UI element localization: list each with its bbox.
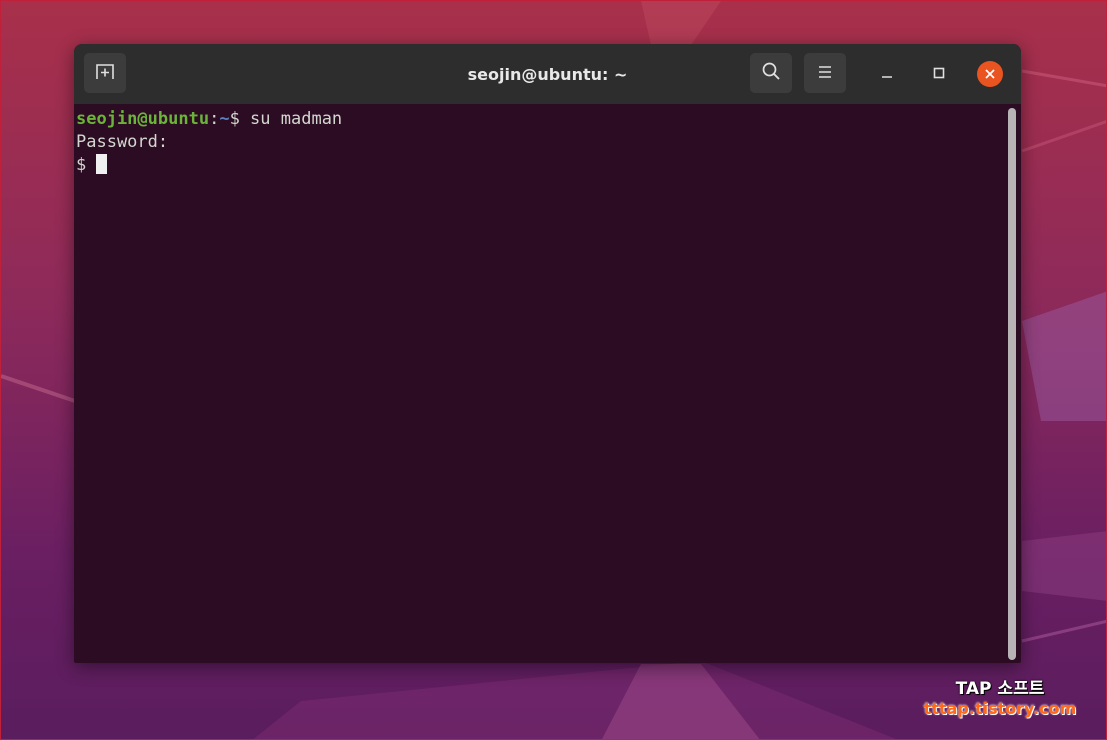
maximize-icon — [932, 65, 946, 84]
window-titlebar[interactable]: seojin@ubuntu: ~ — [74, 44, 1021, 104]
password-prompt: Password: — [76, 132, 169, 152]
maximize-button[interactable] — [926, 61, 952, 87]
search-icon — [761, 61, 781, 85]
current-prompt: $ — [76, 155, 97, 175]
window-title: seojin@ubuntu: ~ — [467, 64, 628, 84]
watermark: TAP 소프트 tttap.tistory.com — [920, 674, 1080, 718]
close-icon — [984, 65, 996, 84]
prompt-path: ~ — [219, 109, 230, 129]
menu-button[interactable] — [804, 53, 846, 93]
terminal-scrollbar[interactable] — [1008, 108, 1016, 660]
new-tab-icon — [95, 62, 115, 84]
command-text: su madman — [239, 109, 343, 129]
watermark-url: tttap.tistory.com — [923, 699, 1077, 718]
minimize-icon — [880, 65, 894, 84]
text-cursor — [96, 154, 108, 174]
terminal-line: Password: — [76, 131, 1009, 154]
terminal-output-area[interactable]: seojin@ubuntu:~$ su madman Password: $ — [74, 104, 1009, 663]
prompt-dollar: $ — [229, 109, 240, 129]
terminal-window: seojin@ubuntu: ~ seojin@ubuntu:~$ su mad… — [74, 44, 1021, 663]
search-button[interactable] — [750, 53, 792, 93]
new-tab-button[interactable] — [84, 53, 126, 93]
close-button[interactable] — [977, 61, 1003, 87]
hamburger-menu-icon — [817, 64, 833, 83]
terminal-line: seojin@ubuntu:~$ su madman — [76, 108, 1009, 131]
minimize-button[interactable] — [874, 61, 900, 87]
prompt-colon: : — [209, 109, 220, 129]
watermark-title: TAP 소프트 — [955, 679, 1045, 699]
prompt-user-host: seojin@ubuntu — [76, 109, 210, 129]
terminal-line: $ — [76, 154, 1009, 177]
